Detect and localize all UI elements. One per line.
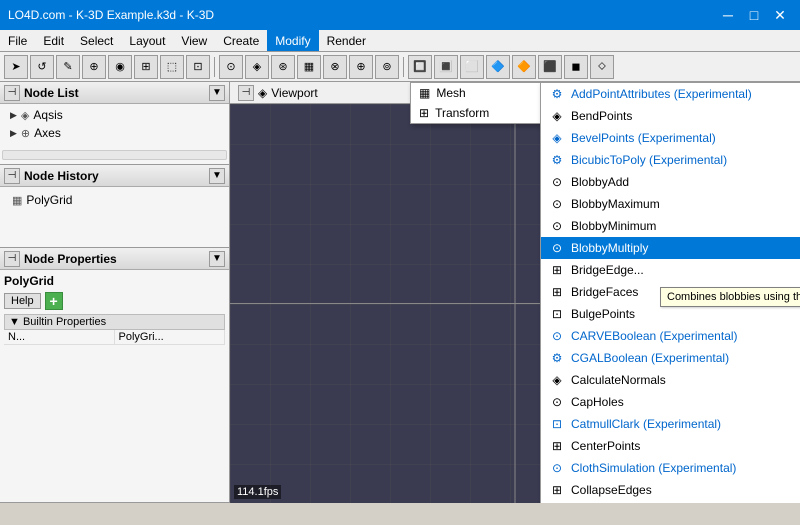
title-bar: LO4D.com - K-3D Example.k3d - K-3D ─ □ ✕ [0, 0, 800, 30]
list-item-aqsis[interactable]: ▶ ◈ Aqsis [2, 106, 227, 124]
window-controls: ─ □ ✕ [716, 3, 792, 27]
toolbar-sep-2 [403, 57, 404, 77]
node-props-pin[interactable]: ⊣ [4, 251, 20, 267]
node-props-expand[interactable]: ▼ [209, 251, 225, 267]
toolbar-btn-21[interactable]: ⬛ [538, 55, 562, 79]
toolbar-btn-22[interactable]: ◼ [564, 55, 588, 79]
toolbar-btn-8[interactable]: ⊡ [186, 55, 210, 79]
toolbar-btn-9[interactable]: ⊙ [219, 55, 243, 79]
minimize-button[interactable]: ─ [716, 3, 740, 27]
toolbar-btn-7[interactable]: ⬚ [160, 55, 184, 79]
menu-create[interactable]: Create [215, 30, 267, 51]
toolbar-btn-5[interactable]: ◉ [108, 55, 132, 79]
main-area: ⊣ Node List ▼ ▶ ◈ Aqsis ▶ ⊕ Axes [0, 82, 800, 503]
toolbar-btn-17[interactable]: 🔳 [434, 55, 458, 79]
builtin-title: ▼ Builtin Properties [9, 316, 106, 328]
toolbar-sep-1 [214, 57, 215, 77]
menu-layout[interactable]: Layout [121, 30, 173, 51]
toolbar-btn-4[interactable]: ⊕ [82, 55, 106, 79]
viewport-area: ⊣ ◈ Viewport 114.1fps [230, 82, 800, 503]
left-panel: ⊣ Node List ▼ ▶ ◈ Aqsis ▶ ⊕ Axes [0, 82, 230, 503]
toolbar-btn-15[interactable]: ⊚ [375, 55, 399, 79]
props-help-row: Help + [4, 292, 225, 310]
node-list-scrollbar[interactable] [2, 150, 227, 160]
node-history-header: ⊣ Node History ▼ [0, 165, 229, 187]
props-name: PolyGrid [4, 274, 225, 288]
menu-select[interactable]: Select [72, 30, 121, 51]
props-col2: PolyGri... [115, 330, 226, 344]
toolbar-btn-14[interactable]: ⊕ [349, 55, 373, 79]
list-item-axes[interactable]: ▶ ⊕ Axes [2, 124, 227, 142]
list-item-polygrid[interactable]: ▦ PolyGrid [4, 191, 225, 209]
toolbar-btn-11[interactable]: ⊛ [271, 55, 295, 79]
props-col1: N... [4, 330, 115, 344]
menu-modify[interactable]: Modify [267, 30, 318, 51]
props-table-row: N... PolyGri... [4, 330, 225, 345]
toolbar: ➤ ↺ ✎ ⊕ ◉ ⊞ ⬚ ⊡ ⊙ ◈ ⊛ ▦ ⊗ ⊕ ⊚ 🔲 🔳 ⬜ 🔷 🔶 … [0, 52, 800, 82]
menu-edit[interactable]: Edit [35, 30, 72, 51]
node-list-content: ▶ ◈ Aqsis ▶ ⊕ Axes [0, 104, 229, 164]
node-history-section: ⊣ Node History ▼ ▦ PolyGrid [0, 165, 229, 248]
toolbar-btn-10[interactable]: ◈ [245, 55, 269, 79]
toolbar-btn-19[interactable]: 🔷 [486, 55, 510, 79]
node-list-expand[interactable]: ▼ [209, 85, 225, 101]
node-list-pin[interactable]: ⊣ [4, 85, 20, 101]
builtin-props: ▼ Builtin Properties N... PolyGri... [4, 314, 225, 345]
node-history-expand[interactable]: ▼ [209, 168, 225, 184]
menu-file[interactable]: File [0, 30, 35, 51]
toolbar-btn-13[interactable]: ⊗ [323, 55, 347, 79]
node-props-title: Node Properties [24, 252, 117, 266]
menu-render[interactable]: Render [319, 30, 374, 51]
menu-bar: File Edit Select Layout View Create Modi… [0, 30, 800, 52]
toolbar-btn-6[interactable]: ⊞ [134, 55, 158, 79]
node-history-content: ▦ PolyGrid [0, 187, 229, 247]
close-button[interactable]: ✕ [768, 3, 792, 27]
menu-view[interactable]: View [173, 30, 215, 51]
viewport-canvas[interactable]: 114.1fps [230, 104, 800, 503]
toolbar-btn-1[interactable]: ➤ [4, 55, 28, 79]
node-list-section: ⊣ Node List ▼ ▶ ◈ Aqsis ▶ ⊕ Axes [0, 82, 229, 165]
node-list-header: ⊣ Node List ▼ [0, 82, 229, 104]
toolbar-btn-3[interactable]: ✎ [56, 55, 80, 79]
builtin-header: ▼ Builtin Properties [4, 314, 225, 330]
node-props-section: ⊣ Node Properties ▼ PolyGrid Help + ▼ Bu… [0, 248, 229, 503]
viewport-title: Viewport [271, 86, 317, 100]
add-property-button[interactable]: + [45, 292, 63, 310]
node-props-header: ⊣ Node Properties ▼ [0, 248, 229, 270]
node-history-pin[interactable]: ⊣ [4, 168, 20, 184]
fps-display: 114.1fps [234, 485, 281, 499]
viewport-header: ⊣ ◈ Viewport [230, 82, 800, 104]
node-list-title: Node List [24, 86, 79, 100]
viewport-icon: ◈ [258, 86, 267, 100]
node-props-content: PolyGrid Help + ▼ Builtin Properties N..… [0, 270, 229, 503]
viewport-pin[interactable]: ⊣ [238, 85, 254, 101]
toolbar-btn-23[interactable]: ⬦ [590, 55, 614, 79]
toolbar-btn-18[interactable]: ⬜ [460, 55, 484, 79]
window-title: LO4D.com - K-3D Example.k3d - K-3D [8, 8, 214, 22]
help-button[interactable]: Help [4, 293, 41, 309]
toolbar-btn-2[interactable]: ↺ [30, 55, 54, 79]
maximize-button[interactable]: □ [742, 3, 766, 27]
viewport-grid [230, 104, 800, 503]
toolbar-btn-12[interactable]: ▦ [297, 55, 321, 79]
node-history-title: Node History [24, 169, 99, 183]
toolbar-btn-20[interactable]: 🔶 [512, 55, 536, 79]
toolbar-btn-16[interactable]: 🔲 [408, 55, 432, 79]
